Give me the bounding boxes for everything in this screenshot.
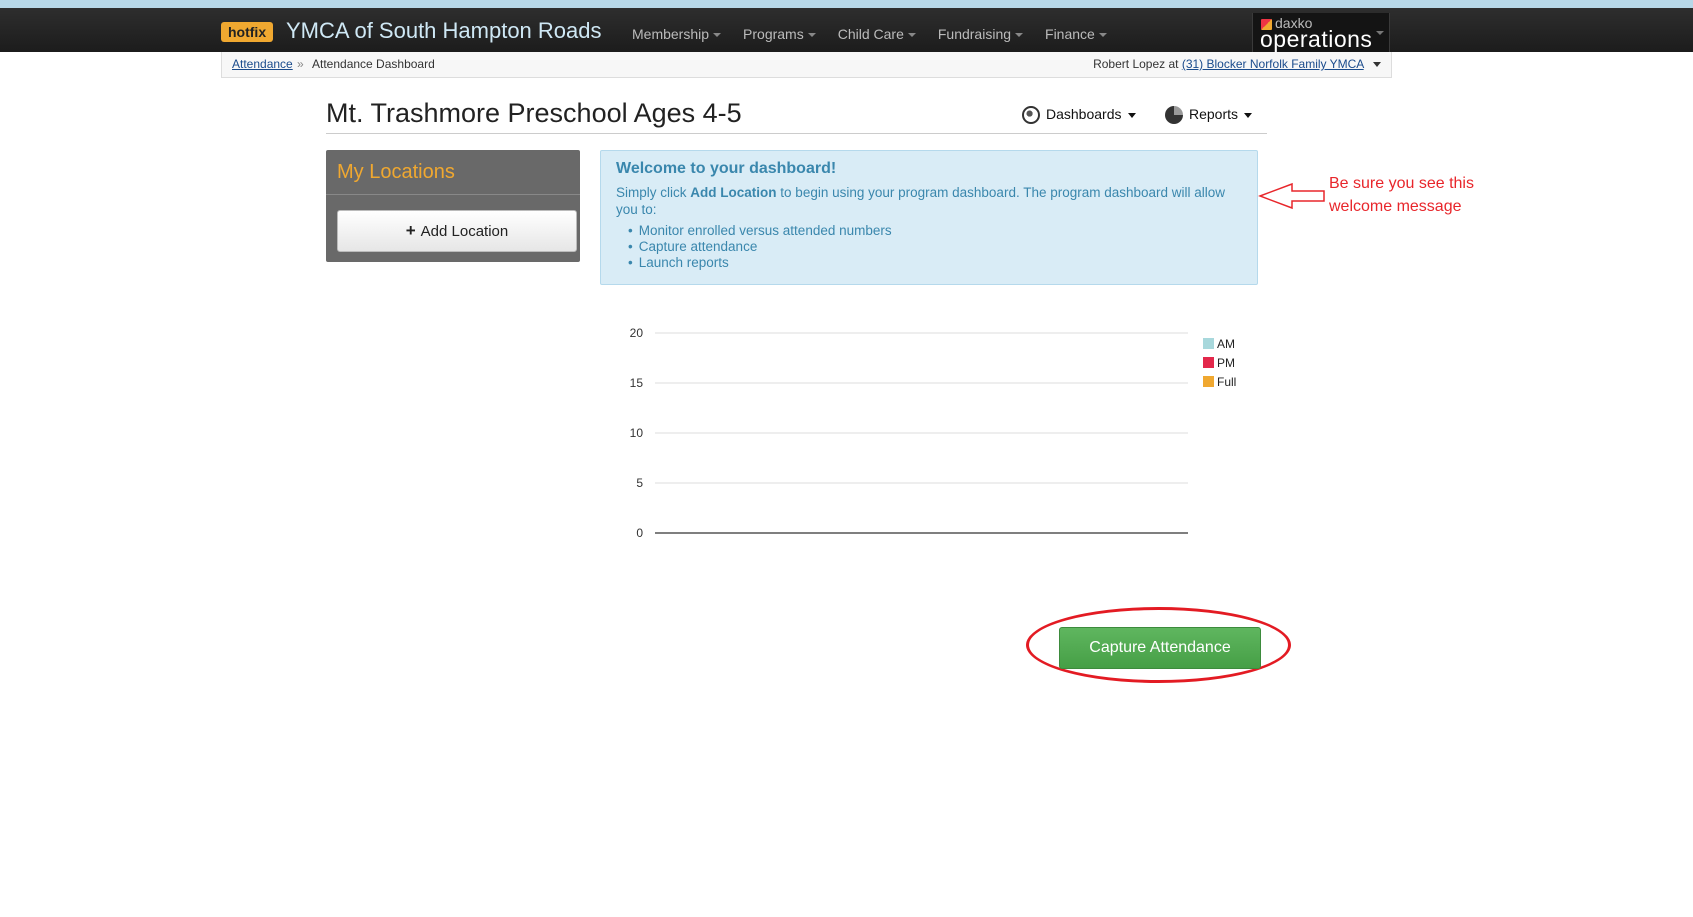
welcome-body-bold: Add Location [690,185,777,200]
nav-finance-label: Finance [1045,26,1095,42]
welcome-body-before: Simply click [616,185,687,200]
hotfix-badge: hotfix [221,22,274,42]
page-title: Mt. Trashmore Preschool Ages 4-5 [326,98,742,128]
y-tick-label: 5 [636,476,643,490]
legend-label[interactable]: AM [1217,337,1235,351]
list-item: Capture attendance [628,239,892,255]
y-tick-label: 15 [630,376,644,390]
legend-label[interactable]: Full [1217,375,1236,389]
welcome-message: Welcome to your dashboard! Simply click … [600,150,1258,285]
locations-divider [326,194,580,195]
title-divider [326,133,1267,134]
main-nav: Membership Programs Child Care Fundraisi… [632,24,1129,44]
caret-down-icon [1127,112,1136,118]
organization-title[interactable]: YMCA of South Hampton Roads [286,17,602,45]
legend-swatch [1203,376,1214,387]
add-location-label: Add Location [420,223,509,240]
top-accent-stripe [0,0,1693,8]
user-name: Robert Lopez at [1093,57,1179,71]
y-tick-label: 20 [630,326,644,340]
reports-dropdown[interactable]: Reports [1165,104,1253,125]
legend-swatch [1203,338,1214,349]
brand-big-text: operations [1260,26,1373,52]
caret-down-icon [1244,112,1253,118]
caret-down-icon [1373,62,1381,68]
attendance-chart: 20 15 10 5 0 AM PM Full [630,326,1237,540]
nav-programs-label: Programs [743,26,804,42]
nav-finance[interactable]: Finance [1045,24,1107,44]
annotation-arrow-icon [1258,182,1325,210]
capture-attendance-button[interactable]: Capture Attendance [1059,627,1261,669]
legend-swatch [1203,357,1214,368]
user-location-menu[interactable]: Robert Lopez at (31) Blocker Norfolk Fam… [1093,52,1381,77]
nav-child-care[interactable]: Child Care [838,24,916,44]
chevron-down-icon [1376,31,1384,35]
breadcrumb-attendance-link[interactable]: Attendance [232,52,293,77]
chevron-down-icon [1015,33,1024,38]
plus-icon: + [405,221,416,240]
chevron-down-icon [1098,33,1107,38]
y-tick-label: 0 [636,526,643,540]
nav-programs[interactable]: Programs [743,24,816,44]
y-tick-label: 10 [630,426,644,440]
chevron-down-icon [807,33,816,38]
nav-membership[interactable]: Membership [632,24,722,44]
my-locations-panel: My Locations + Add Location [326,150,580,262]
welcome-list: Monitor enrolled versus attended numbers… [628,223,892,271]
list-item: Monitor enrolled versus attended numbers [628,223,892,239]
list-item: Launch reports [628,255,892,271]
welcome-body: Simply click Add Location to begin using… [616,184,1236,218]
add-location-button[interactable]: + Add Location [337,210,577,252]
nav-membership-label: Membership [632,26,710,42]
dashboards-dropdown[interactable]: Dashboards [1022,104,1136,125]
top-navbar: hotfix YMCA of South Hampton Roads Membe… [0,8,1693,52]
product-menu[interactable]: daxko operations [1252,13,1390,52]
nav-fundraising-label: Fundraising [937,26,1012,42]
my-locations-title: My Locations [337,161,455,183]
legend-label[interactable]: PM [1217,356,1235,370]
breadcrumb-current: Attendance Dashboard [312,57,435,71]
pie-chart-icon [1165,106,1183,125]
nav-fundraising[interactable]: Fundraising [937,24,1024,44]
nav-child-care-label: Child Care [837,26,904,42]
welcome-title: Welcome to your dashboard! [616,160,837,177]
breadcrumb-bar: Attendance » Attendance Dashboard Robert… [221,52,1392,78]
chevron-down-icon [907,33,916,38]
dashboard-gauge-icon [1022,106,1040,125]
reports-label: Reports [1189,106,1239,122]
chevron-down-icon [713,33,722,38]
dashboards-label: Dashboards [1046,106,1122,122]
breadcrumb-separator: » [297,57,304,71]
annotation-note: Be sure you see this welcome message [1329,175,1474,215]
user-location-link[interactable]: (31) Blocker Norfolk Family YMCA [1182,57,1364,71]
